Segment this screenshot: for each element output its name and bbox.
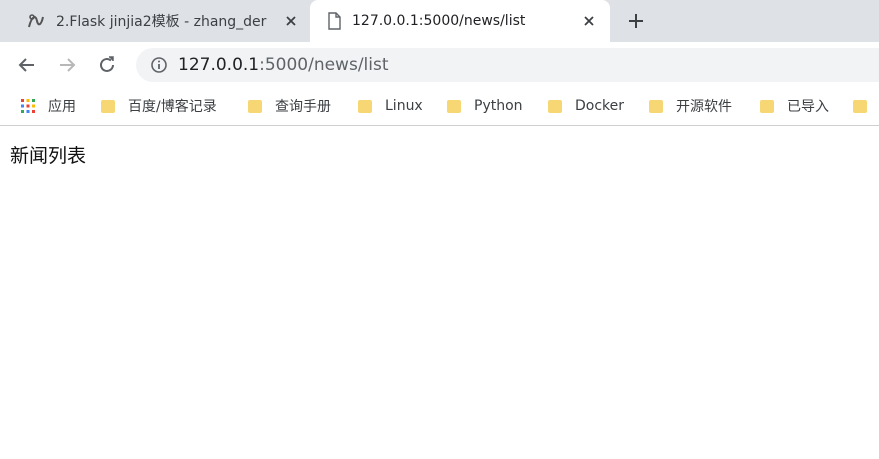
folder-icon bbox=[853, 100, 867, 113]
tab-title: 2.Flask jinjia2模板 - zhang_der bbox=[56, 14, 267, 30]
back-icon[interactable] bbox=[16, 54, 38, 76]
folder-icon bbox=[760, 100, 774, 113]
bookmark-label: 已导入 bbox=[787, 99, 829, 115]
tab-flask-jinja[interactable]: 2.Flask jinjia2模板 - zhang_der bbox=[0, 0, 310, 42]
bookmark-open-source[interactable]: 开源软件 bbox=[648, 95, 732, 117]
bookmark-apps[interactable]: 应用 bbox=[20, 95, 76, 117]
reload-icon[interactable] bbox=[96, 54, 118, 76]
folder-icon bbox=[447, 100, 461, 113]
bookmark-label: Linux bbox=[385, 98, 423, 114]
url-text[interactable]: 127.0.0.1:5000/news/list bbox=[178, 54, 389, 76]
page-content: 新闻列表 bbox=[0, 127, 879, 459]
folder-icon bbox=[358, 100, 372, 113]
bookmark-python[interactable]: Python bbox=[446, 95, 523, 117]
url-path: :5000/news/list bbox=[259, 55, 389, 75]
folder-icon bbox=[101, 100, 115, 113]
page-icon bbox=[328, 12, 341, 30]
close-icon[interactable] bbox=[282, 12, 300, 30]
tab-news-list[interactable]: 127.0.0.1:5000/news/list bbox=[310, 0, 610, 42]
folder-icon bbox=[248, 100, 262, 113]
bookmark-label: 查询手册 bbox=[275, 99, 331, 115]
bookmark-baidu-blog[interactable]: 百度/博客记录 bbox=[100, 95, 217, 117]
bookmarks-bar: 应用 百度/博客记录 查询手册 Linux Python Docker 开源软件… bbox=[0, 87, 879, 126]
url-host: 127.0.0.1 bbox=[178, 55, 260, 75]
apps-grid-icon bbox=[21, 99, 35, 113]
new-tab-icon[interactable] bbox=[626, 11, 646, 31]
tab-title: 127.0.0.1:5000/news/list bbox=[352, 13, 526, 29]
folder-icon bbox=[649, 100, 663, 113]
bookmark-label: 百度/博客记录 bbox=[128, 99, 217, 115]
script-logo-icon bbox=[28, 14, 44, 28]
bookmark-imported[interactable]: 已导入 bbox=[759, 95, 829, 117]
bookmark-label: 开源软件 bbox=[676, 99, 732, 115]
info-icon[interactable] bbox=[150, 56, 168, 74]
forward-icon[interactable] bbox=[56, 54, 78, 76]
bookmark-label: Docker bbox=[575, 98, 625, 114]
close-icon[interactable] bbox=[580, 12, 598, 30]
bookmark-manuals[interactable]: 查询手册 bbox=[247, 95, 331, 117]
bookmark-label: Python bbox=[474, 98, 523, 114]
bookmark-overflow[interactable] bbox=[852, 95, 879, 117]
page-title: 新闻列表 bbox=[10, 145, 87, 167]
bookmark-label: 应用 bbox=[48, 99, 76, 115]
folder-icon bbox=[548, 100, 562, 113]
bookmark-linux[interactable]: Linux bbox=[357, 95, 423, 117]
tab-strip: 2.Flask jinjia2模板 - zhang_der 127.0.0.1:… bbox=[0, 0, 879, 42]
bookmark-docker[interactable]: Docker bbox=[547, 95, 624, 117]
